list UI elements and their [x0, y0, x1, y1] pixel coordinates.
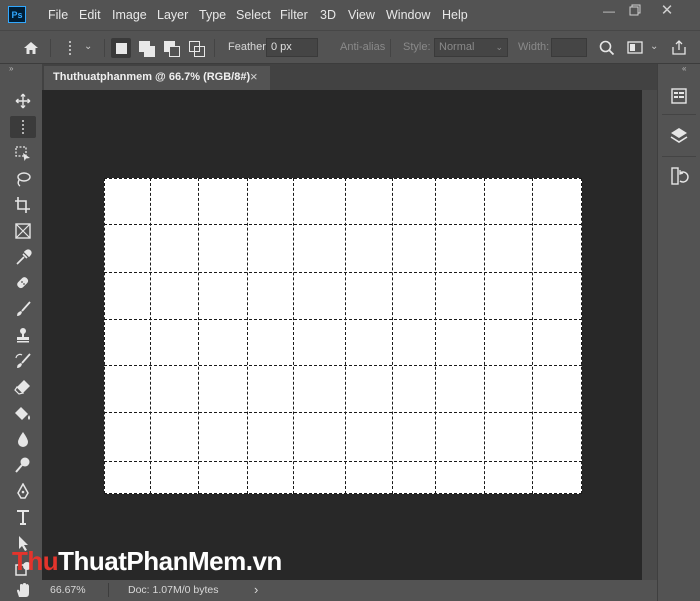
minimize-icon[interactable]: —: [600, 4, 618, 18]
canvas[interactable]: [104, 178, 582, 494]
status-bar: 66.67% Doc: 1.07M/0 bytes ›: [42, 580, 657, 601]
healing-brush-tool-icon[interactable]: [10, 272, 36, 294]
menu-image[interactable]: Image: [112, 0, 147, 30]
separator: [104, 39, 105, 57]
add-to-selection-button[interactable]: [136, 38, 156, 58]
share-icon[interactable]: [670, 39, 688, 57]
separator: [662, 156, 696, 157]
brush-tool-icon[interactable]: [10, 298, 36, 320]
frame-tool-icon[interactable]: [10, 220, 36, 242]
single-column-marquee-tool-icon[interactable]: [10, 116, 36, 138]
document-info: Doc: 1.07M/0 bytes: [128, 584, 219, 596]
style-select-value: Normal: [439, 41, 475, 53]
dodge-tool-icon[interactable]: [10, 454, 36, 476]
subtract-from-selection-button[interactable]: [161, 38, 181, 58]
separator: [662, 114, 696, 115]
right-panel-strip: «: [657, 64, 700, 601]
width-input[interactable]: [551, 38, 587, 57]
menu-file[interactable]: File: [48, 0, 68, 30]
selection-border: [104, 178, 582, 494]
crop-tool-icon[interactable]: [10, 194, 36, 216]
hand-tool-icon[interactable]: [10, 579, 36, 601]
separator: [50, 39, 51, 57]
status-menu-arrow-icon[interactable]: ›: [254, 582, 258, 597]
menu-filter[interactable]: Filter: [280, 0, 308, 30]
chevron-down-icon[interactable]: ⌄: [84, 41, 102, 59]
close-document-icon[interactable]: ×: [250, 69, 258, 84]
feather-input[interactable]: 0 px: [266, 38, 318, 57]
menu-3d[interactable]: 3D: [320, 0, 336, 30]
paint-bucket-tool-icon[interactable]: [10, 402, 36, 424]
eraser-tool-icon[interactable]: [10, 376, 36, 398]
history-icon[interactable]: [669, 166, 689, 186]
pen-tool-icon[interactable]: [10, 480, 36, 502]
tool-preset-icon[interactable]: [63, 39, 81, 57]
style-select[interactable]: Normal ⌄: [434, 38, 508, 57]
menu-bar: Ps File Edit Image Layer Type Select Fil…: [0, 0, 700, 30]
menu-select[interactable]: Select: [236, 0, 271, 30]
watermark-part-1: Thu: [12, 546, 59, 576]
anti-alias-label: Anti-alias: [340, 41, 386, 53]
watermark-logo: ThuThuatPhanMem.vn: [12, 544, 282, 578]
history-brush-tool-icon[interactable]: [10, 350, 36, 372]
menu-edit[interactable]: Edit: [79, 0, 101, 30]
intersect-with-selection-button[interactable]: [186, 38, 206, 58]
menu-layer[interactable]: Layer: [157, 0, 188, 30]
properties-icon[interactable]: [669, 86, 689, 106]
object-selection-tool-icon[interactable]: [10, 142, 36, 164]
width-label: Width:: [518, 41, 550, 53]
separator: [390, 39, 391, 57]
menu-window[interactable]: Window: [386, 0, 430, 30]
style-label: Style:: [403, 41, 431, 53]
clone-stamp-tool-icon[interactable]: [10, 324, 36, 346]
photoshop-logo: Ps: [8, 6, 26, 23]
layers-icon[interactable]: [669, 126, 689, 146]
separator: [108, 583, 109, 597]
document-title: Thuthuatphanmem @ 66.7% (RGB/8#): [53, 71, 251, 83]
zoom-level[interactable]: 66.67%: [50, 584, 86, 596]
workspace-icon[interactable]: [626, 39, 644, 57]
options-bar: ⌄ Feather: 0 px Anti-alias Style: Normal…: [0, 30, 700, 81]
menu-view[interactable]: View: [348, 0, 375, 30]
document-tab[interactable]: Thuthuatphanmem @ 66.7% (RGB/8#) ×: [44, 66, 270, 90]
chevron-down-icon: ⌄: [495, 42, 503, 52]
blur-tool-icon[interactable]: [10, 428, 36, 450]
collapse-panel-icon[interactable]: «: [682, 64, 686, 73]
feather-label: Feather:: [228, 41, 269, 53]
search-icon[interactable]: [598, 39, 616, 57]
eyedropper-tool-icon[interactable]: [10, 246, 36, 268]
lasso-tool-icon[interactable]: [10, 168, 36, 190]
restore-icon[interactable]: [626, 4, 644, 18]
new-selection-button[interactable]: [111, 38, 131, 58]
menu-help[interactable]: Help: [442, 0, 468, 30]
home-icon[interactable]: [22, 39, 40, 57]
watermark-part-2: ThuatPhanMem.vn: [58, 546, 282, 576]
menu-type[interactable]: Type: [199, 0, 226, 30]
type-tool-icon[interactable]: [10, 506, 36, 528]
collapse-panel-icon[interactable]: »: [0, 64, 42, 74]
move-tool-icon[interactable]: [10, 90, 36, 112]
vertical-scrollbar[interactable]: [642, 90, 657, 580]
separator: [214, 39, 215, 57]
chevron-down-icon[interactable]: ⌄: [650, 41, 668, 59]
tools-panel: [0, 76, 42, 601]
close-window-icon[interactable]: ✕: [658, 3, 676, 18]
